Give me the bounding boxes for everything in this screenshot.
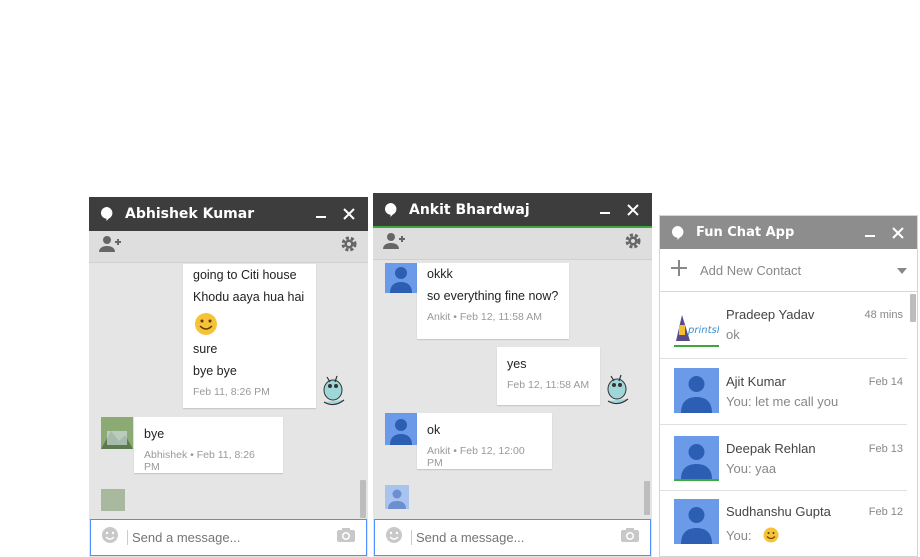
message-line: bye	[144, 427, 165, 441]
camera-icon[interactable]	[620, 527, 640, 548]
default-user-avatar	[385, 263, 417, 293]
add-new-contact-label: Add New Contact	[700, 262, 802, 278]
emoji-picker-icon[interactable]	[385, 526, 403, 549]
close-icon[interactable]	[889, 224, 907, 242]
contact-date: Feb 13	[868, 443, 903, 455]
message-timestamp: Ankit • Feb 12, 12:00 PM	[427, 445, 525, 469]
hangouts-bubble-icon	[670, 225, 686, 241]
minimize-icon[interactable]	[596, 201, 614, 219]
contact-last-message: You: yaa	[726, 461, 777, 476]
contact-last-message: You:	[726, 527, 752, 543]
close-icon[interactable]	[624, 201, 642, 219]
message-bubble-incoming: ok Ankit • Feb 12, 12:00 PM	[417, 413, 552, 469]
add-person-icon[interactable]	[383, 232, 405, 255]
contact-list-item[interactable]: Sudhanshu Gupta You: Feb 12	[660, 491, 907, 556]
chevron-down-icon[interactable]	[897, 261, 907, 279]
scrollbar[interactable]	[644, 481, 650, 515]
message-bubble-outgoing: yes Feb 12, 11:58 AM	[497, 347, 600, 405]
message-bubble-incoming: okkk so everything fine now? Ankit • Feb…	[417, 263, 569, 339]
hangouts-bubble-icon	[99, 206, 115, 222]
printshop-logo-avatar: printshop	[674, 303, 719, 347]
smiley-emoji-icon	[762, 527, 780, 543]
chat-title: Abhishek Kumar	[125, 206, 255, 222]
message-input-box[interactable]	[374, 519, 651, 556]
app-title: Fun Chat App	[696, 225, 795, 240]
message-timestamp: Feb 12, 11:58 AM	[507, 379, 590, 391]
contacts-panel: Fun Chat App Add New Contact printshop P…	[659, 215, 918, 557]
contacts-titlebar[interactable]: Fun Chat App	[660, 216, 917, 249]
message-line: okkk	[427, 267, 453, 281]
message-bubble-outgoing: going to Citi house Khodu aaya hua hai s…	[183, 264, 316, 408]
camera-icon[interactable]	[336, 527, 356, 548]
contacts-scrollbar[interactable]	[910, 294, 916, 322]
contact-last-message: You: let me call you	[726, 394, 839, 409]
default-user-avatar	[674, 368, 719, 413]
default-user-avatar	[674, 499, 719, 544]
message-line: sure	[193, 342, 218, 356]
default-user-avatar	[674, 436, 719, 481]
settings-gear-icon[interactable]	[624, 232, 642, 255]
emoji-picker-icon[interactable]	[101, 526, 119, 549]
default-user-avatar-small	[385, 485, 409, 509]
contact-name: Pradeep Yadav	[726, 307, 815, 322]
message-line: Khodu aaya hua hai	[193, 290, 305, 304]
contact-list-item[interactable]: printshop Pradeep Yadav ok 48 mins	[660, 293, 907, 359]
contact-list-item[interactable]: Deepak Rehlan You: yaa Feb 13	[660, 425, 907, 491]
sticker-avatar-icon	[599, 371, 631, 412]
message-line: yes	[507, 357, 527, 371]
chat-window-abhishek: Abhishek Kumar going to Citi house Khodu…	[89, 197, 368, 557]
message-line: ok	[427, 423, 441, 437]
contact-photo-avatar	[101, 417, 133, 449]
sticker-avatar-icon	[315, 372, 347, 413]
contact-photo-avatar-small	[101, 489, 125, 511]
message-line: bye bye	[193, 364, 237, 378]
contact-last-message-row: You:	[726, 527, 780, 543]
message-line: going to Citi house	[193, 268, 297, 282]
message-input[interactable]	[127, 530, 336, 545]
contact-last-message: ok	[726, 327, 740, 342]
printshop-logo-text: printshop	[687, 325, 719, 336]
contact-list-item[interactable]: Ajit Kumar You: let me call you Feb 14	[660, 359, 907, 425]
message-timestamp: Feb 11, 8:26 PM	[193, 386, 270, 398]
conversation-area: going to Citi house Khodu aaya hua hai s…	[89, 264, 358, 517]
message-bubble-incoming: bye Abhishek • Feb 11, 8:26 PM	[134, 417, 283, 473]
contact-name: Deepak Rehlan	[726, 441, 816, 456]
contact-name: Ajit Kumar	[726, 374, 786, 389]
message-input-box[interactable]	[90, 519, 367, 556]
contact-name: Sudhanshu Gupta	[726, 504, 831, 519]
add-person-icon[interactable]	[99, 235, 121, 258]
chat-toolbar	[89, 231, 368, 263]
message-input[interactable]	[411, 530, 620, 545]
chat-window-ankit: Ankit Bhardwaj okkk so everything fine n…	[373, 193, 652, 557]
chat-titlebar[interactable]: Ankit Bhardwaj	[373, 193, 652, 228]
minimize-icon[interactable]	[312, 205, 330, 223]
message-line: so everything fine now?	[427, 289, 559, 303]
scrollbar[interactable]	[360, 480, 366, 518]
add-new-contact-row[interactable]: Add New Contact	[660, 249, 917, 292]
message-timestamp: Abhishek • Feb 11, 8:26 PM	[144, 449, 255, 473]
contact-date: 48 mins	[864, 309, 903, 321]
conversation-area: okkk so everything fine now? Ankit • Feb…	[373, 263, 642, 515]
chat-title: Ankit Bhardwaj	[409, 201, 530, 218]
minimize-icon[interactable]	[861, 224, 879, 242]
chat-titlebar[interactable]: Abhishek Kumar	[89, 197, 368, 231]
hangouts-bubble-icon	[383, 202, 399, 218]
plus-icon	[670, 259, 688, 282]
contact-date: Feb 14	[868, 376, 903, 388]
default-user-avatar	[385, 413, 417, 445]
chat-toolbar	[373, 228, 652, 260]
contact-date: Feb 12	[868, 506, 903, 518]
smiley-emoji-icon	[193, 308, 306, 338]
close-icon[interactable]	[340, 205, 358, 223]
message-timestamp: Ankit • Feb 12, 11:58 AM	[427, 311, 542, 323]
settings-gear-icon[interactable]	[340, 235, 358, 258]
